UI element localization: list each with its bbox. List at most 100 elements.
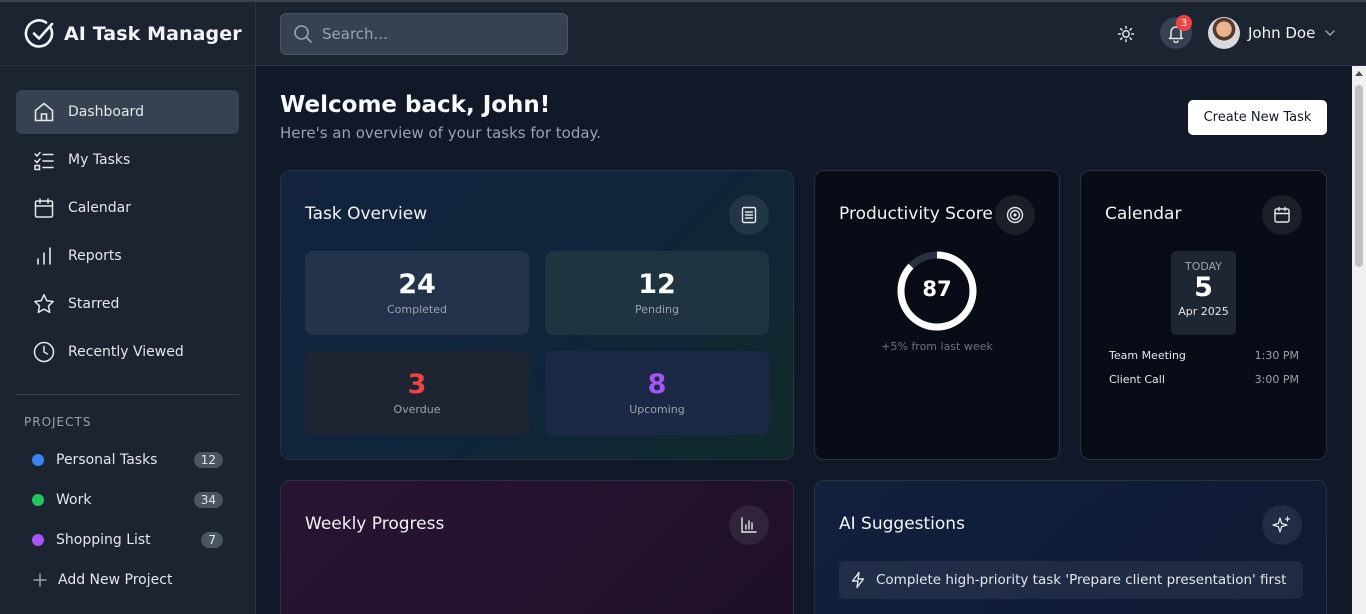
projects-heading: PROJECTS (24, 415, 92, 429)
avatar (1208, 17, 1240, 49)
weekly-progress-card: Weekly Progress (280, 480, 794, 614)
target-icon (1006, 206, 1024, 224)
sidebar-item-label: Recently Viewed (68, 344, 184, 360)
event-name: Client Call (1109, 373, 1165, 386)
sidebar-item-label: Reports (68, 248, 122, 264)
stat-label: Completed (387, 303, 447, 316)
brand[interactable]: AI Task Manager (0, 2, 256, 66)
star-icon (34, 294, 54, 314)
scroll-up-arrow[interactable] (1355, 71, 1363, 76)
sun-icon (1117, 25, 1135, 43)
top-header: AI Task Manager 3 John Doe (0, 2, 1366, 66)
task-overview-card: Task Overview 24 Completed 12 Pending 3 … (280, 170, 794, 460)
project-list: Personal Tasks 12 Work 34 Shopping List … (16, 440, 239, 600)
add-project-label: Add New Project (58, 572, 173, 588)
main-scrollbar[interactable] (1352, 66, 1366, 614)
stat-value: 8 (647, 369, 667, 400)
search-input[interactable] (322, 25, 552, 43)
card-icon-button[interactable] (1262, 505, 1302, 545)
event-time: 1:30 PM (1254, 349, 1299, 362)
stat-value: 3 (407, 369, 427, 400)
notification-count-badge: 3 (1176, 15, 1192, 31)
search-icon (294, 25, 312, 43)
scroll-thumb[interactable] (1355, 85, 1363, 267)
sidebar-item-starred[interactable]: Starred (16, 282, 239, 326)
card-title: Weekly Progress (305, 514, 445, 534)
stat-value: 12 (638, 269, 676, 300)
checklist-icon (34, 151, 54, 171)
sidebar-item-label: My Tasks (68, 152, 131, 168)
page-title: Welcome back, John! (280, 92, 551, 118)
bar-chart-icon (741, 517, 757, 533)
app-title: AI Task Manager (64, 23, 242, 45)
ai-suggestions-card: AI Suggestions Complete high-priority ta… (814, 480, 1327, 614)
project-name: Personal Tasks (56, 452, 158, 468)
card-title: AI Suggestions (839, 514, 965, 534)
card-icon-button[interactable] (729, 505, 769, 545)
plus-icon (33, 573, 47, 587)
project-personal-tasks[interactable]: Personal Tasks 12 (16, 440, 239, 480)
calendar-icon (1274, 206, 1290, 223)
add-project-button[interactable]: Add New Project (16, 560, 239, 600)
sidebar-item-label: Calendar (68, 200, 131, 216)
sidebar-divider (16, 394, 239, 395)
stat-label: Upcoming (629, 403, 685, 416)
stat-pending: 12 Pending (545, 251, 769, 335)
stat-overdue: 3 Overdue (305, 351, 529, 435)
sidebar-item-my-tasks[interactable]: My Tasks (16, 138, 239, 182)
event-time: 3:00 PM (1254, 373, 1299, 386)
sidebar-item-recently-viewed[interactable]: Recently Viewed (16, 330, 239, 374)
calendar-card: Calendar TODAY 5 Apr 2025 Team Meeting 1… (1080, 170, 1327, 460)
logo-check-icon (24, 19, 54, 48)
card-icon-button[interactable] (995, 195, 1035, 235)
notifications-button[interactable]: 3 (1160, 15, 1192, 49)
stat-completed: 24 Completed (305, 251, 529, 335)
card-title: Productivity Score (839, 204, 993, 224)
card-icon-button[interactable] (729, 195, 769, 235)
project-name: Work (56, 492, 92, 508)
sidebar-item-label: Dashboard (68, 104, 144, 120)
stat-upcoming: 8 Upcoming (545, 351, 769, 435)
project-work[interactable]: Work 34 (16, 480, 239, 520)
theme-toggle-button[interactable] (1112, 20, 1140, 48)
card-title: Task Overview (305, 204, 428, 224)
project-shopping-list[interactable]: Shopping List 7 (16, 520, 239, 560)
bar-chart-icon (37, 247, 51, 265)
project-color-dot (32, 454, 44, 466)
main-content: Welcome back, John! Here's an overview o… (256, 66, 1352, 614)
stat-label: Overdue (393, 403, 441, 416)
sidebar-item-reports[interactable]: Reports (16, 234, 239, 278)
ai-suggestion-item[interactable]: Complete high-priority task 'Prepare cli… (839, 561, 1303, 599)
lightning-icon (851, 571, 865, 589)
project-count-badge: 12 (193, 452, 223, 468)
create-task-button[interactable]: Create New Task (1188, 100, 1327, 135)
stat-value: 24 (398, 269, 436, 300)
project-count-badge: 7 (201, 532, 223, 548)
home-icon (34, 102, 54, 122)
user-menu[interactable]: John Doe (1208, 17, 1337, 49)
project-name: Shopping List (56, 532, 151, 548)
calendar-event[interactable]: Team Meeting 1:30 PM (1109, 349, 1299, 362)
search-box[interactable] (280, 13, 568, 55)
project-color-dot (32, 494, 44, 506)
productivity-score-value: 87 (922, 277, 952, 301)
productivity-card: Productivity Score 87 +5% from last week (814, 170, 1060, 460)
project-count-badge: 34 (193, 492, 223, 508)
chevron-down-icon (1325, 30, 1336, 37)
event-name: Team Meeting (1109, 349, 1186, 362)
ai-suggestion-text: Complete high-priority task 'Prepare cli… (876, 572, 1287, 588)
sidebar-nav: Dashboard My Tasks Calendar Reports Star… (16, 90, 239, 378)
today-month-year: Apr 2025 (1178, 305, 1229, 318)
calendar-icon (34, 198, 54, 218)
sidebar-item-calendar[interactable]: Calendar (16, 186, 239, 230)
productivity-change: +5% from last week (881, 340, 993, 353)
today-day: 5 (1194, 272, 1213, 303)
card-title: Calendar (1105, 204, 1182, 224)
calendar-event[interactable]: Client Call 3:00 PM (1109, 373, 1299, 386)
page-subtitle: Here's an overview of your tasks for tod… (280, 124, 602, 142)
sidebar-item-dashboard[interactable]: Dashboard (16, 90, 239, 134)
sidebar-item-label: Starred (68, 296, 120, 312)
today-date-box: TODAY 5 Apr 2025 (1171, 251, 1236, 335)
stat-label: Pending (635, 303, 679, 316)
card-icon-button[interactable] (1262, 195, 1302, 235)
